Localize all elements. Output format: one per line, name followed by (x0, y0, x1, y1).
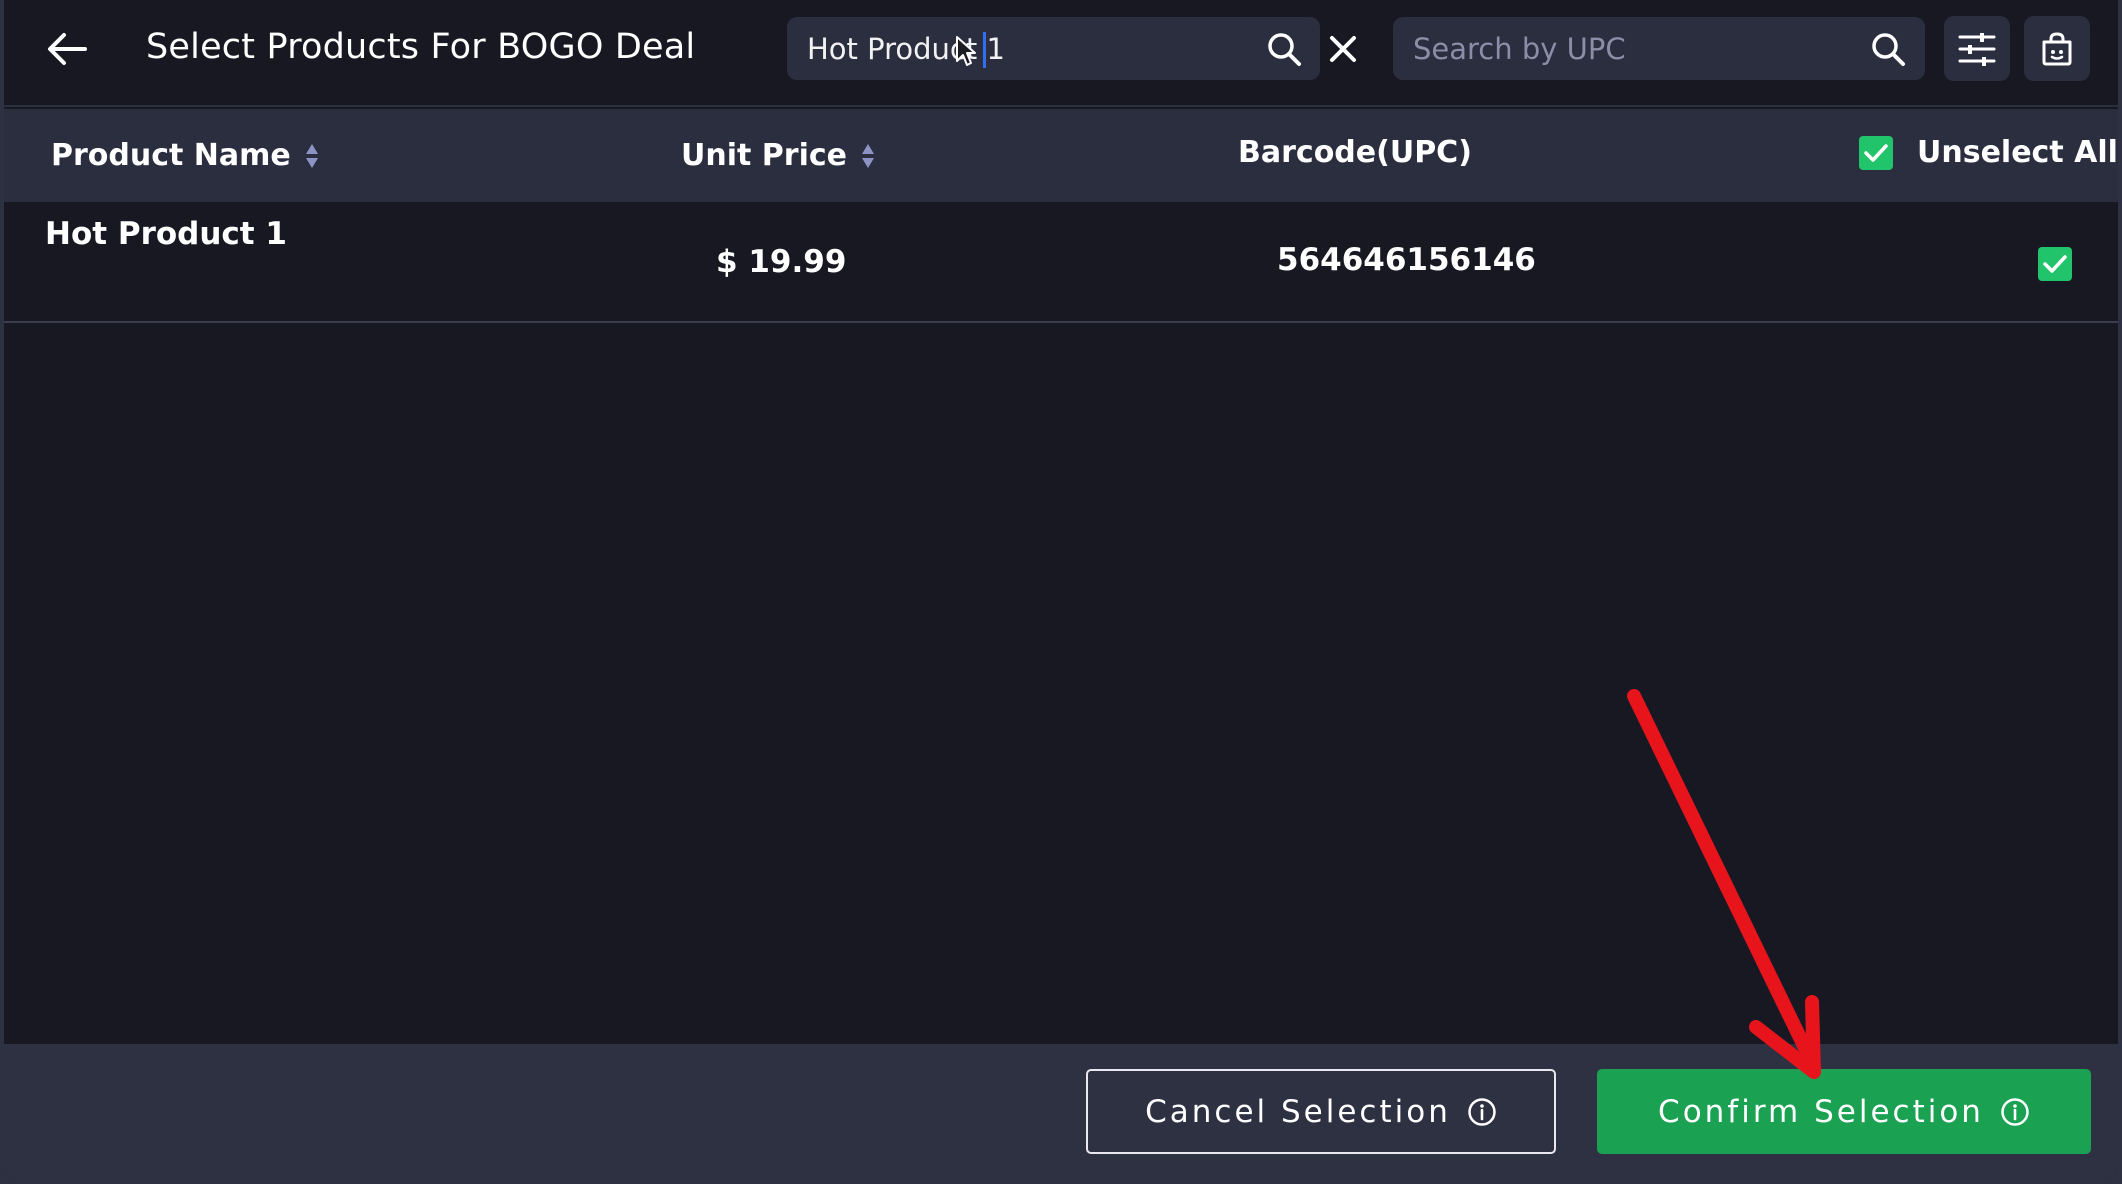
search-icon[interactable] (1265, 30, 1303, 68)
arrow-left-icon (48, 33, 87, 65)
top-bar: Select Products For BOGO Deal (4, 0, 2118, 107)
table-header: Product Name Unit Price Barcode(UPC) Uns… (4, 109, 2118, 202)
cancel-selection-button[interactable]: Cancel Selection (1086, 1069, 1556, 1154)
checkmark-icon (1864, 143, 1888, 162)
sliders-icon (1958, 32, 1996, 66)
select-all-toggle[interactable]: Unselect All (1859, 106, 2118, 199)
column-product-name[interactable]: Product Name (51, 109, 319, 202)
column-unit-price[interactable]: Unit Price (681, 109, 875, 202)
sort-icon (861, 143, 874, 168)
product-name-cell: Hot Product 1 (45, 216, 287, 252)
upc-search-input[interactable] (1413, 17, 1843, 80)
info-icon (2000, 1097, 2030, 1127)
sort-icon (305, 143, 318, 168)
back-button[interactable] (42, 26, 92, 72)
column-barcode: Barcode(UPC) (1238, 135, 1472, 170)
store-bag-icon (2042, 31, 2072, 65)
mouse-pointer-icon (956, 36, 976, 66)
select-all-label: Unselect All (1917, 135, 2118, 170)
table-row[interactable]: Hot Product 1 $ 19.99 564646156146 (4, 202, 2118, 323)
column-unit-price-label: Unit Price (681, 138, 847, 173)
checkmark-icon (2043, 255, 2067, 273)
text-caret (983, 32, 986, 68)
store-button[interactable] (2024, 16, 2090, 81)
column-product-name-label: Product Name (51, 138, 291, 173)
page-title: Select Products For BOGO Deal (146, 27, 696, 67)
info-icon (1467, 1097, 1497, 1127)
product-name-search (787, 17, 1320, 80)
action-footer: Cancel Selection Confirm Selection (4, 1044, 2118, 1180)
barcode-cell: 564646156146 (1277, 242, 1536, 278)
filter-button[interactable] (1944, 16, 2010, 81)
confirm-selection-button[interactable]: Confirm Selection (1597, 1069, 2091, 1154)
upc-search (1393, 17, 1925, 80)
search-icon[interactable] (1869, 30, 1907, 68)
confirm-selection-label: Confirm Selection (1658, 1093, 1984, 1130)
unit-price-cell: $ 19.99 (716, 244, 847, 280)
close-icon[interactable] (1322, 28, 1364, 70)
product-name-search-input[interactable] (807, 17, 1237, 80)
select-all-checkbox[interactable] (1859, 135, 1893, 170)
row-select-checkbox[interactable] (2038, 247, 2072, 281)
cancel-selection-label: Cancel Selection (1145, 1093, 1451, 1130)
app-window: Select Products For BOGO Deal Hot Produc… (4, 0, 2118, 1180)
